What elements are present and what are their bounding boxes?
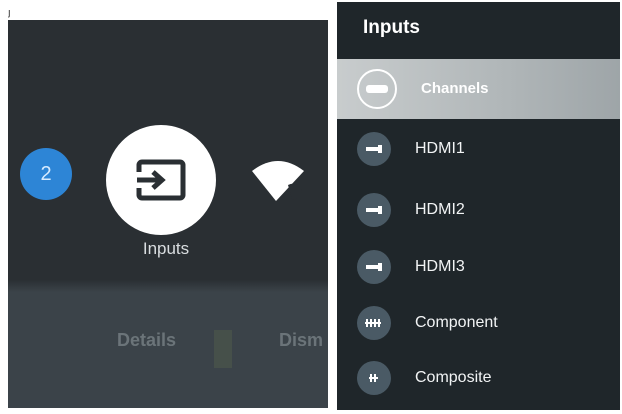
inputs-label: Inputs xyxy=(142,239,190,258)
top-strip: j xyxy=(8,10,328,20)
menu-item-component[interactable]: Component xyxy=(337,303,620,343)
focus-indicator xyxy=(214,330,232,368)
home-screen-panel: j 2 Inputs Details Dism xyxy=(8,10,328,408)
menu-item-hdmi2[interactable]: HDMI2 xyxy=(337,190,620,230)
menu-item-label: HDMI2 xyxy=(415,201,465,218)
composite-icon xyxy=(357,361,391,395)
input-source-icon xyxy=(133,159,186,201)
notification-count: 2 xyxy=(40,162,52,185)
details-button[interactable]: Details xyxy=(117,330,176,351)
notification-badge[interactable]: 2 xyxy=(20,148,72,200)
wifi-icon[interactable] xyxy=(248,155,308,203)
menu-item-hdmi3[interactable]: HDMI3 xyxy=(337,247,620,287)
menu-item-composite[interactable]: Composite xyxy=(337,358,620,398)
menu-item-label: Component xyxy=(415,314,498,331)
hdmi-icon xyxy=(357,132,391,166)
menu-item-label: Composite xyxy=(415,369,492,386)
dismiss-button[interactable]: Dism xyxy=(279,330,323,351)
inputs-button[interactable] xyxy=(106,125,216,235)
inputs-menu-panel: Inputs Channels HDMI1 HDMI2 HDMI3 Compon… xyxy=(337,2,620,410)
channels-icon xyxy=(357,69,397,109)
menu-item-hdmi1[interactable]: HDMI1 xyxy=(337,129,620,169)
hdmi-icon xyxy=(357,250,391,284)
menu-item-label: HDMI1 xyxy=(415,140,465,157)
bottom-bar-fade xyxy=(8,280,328,292)
top-strip-text: j xyxy=(8,10,11,18)
menu-item-label: HDMI3 xyxy=(415,258,465,275)
component-icon xyxy=(357,306,391,340)
menu-title: Inputs xyxy=(363,17,420,38)
menu-item-label: Channels xyxy=(421,80,489,97)
hdmi-icon xyxy=(357,193,391,227)
